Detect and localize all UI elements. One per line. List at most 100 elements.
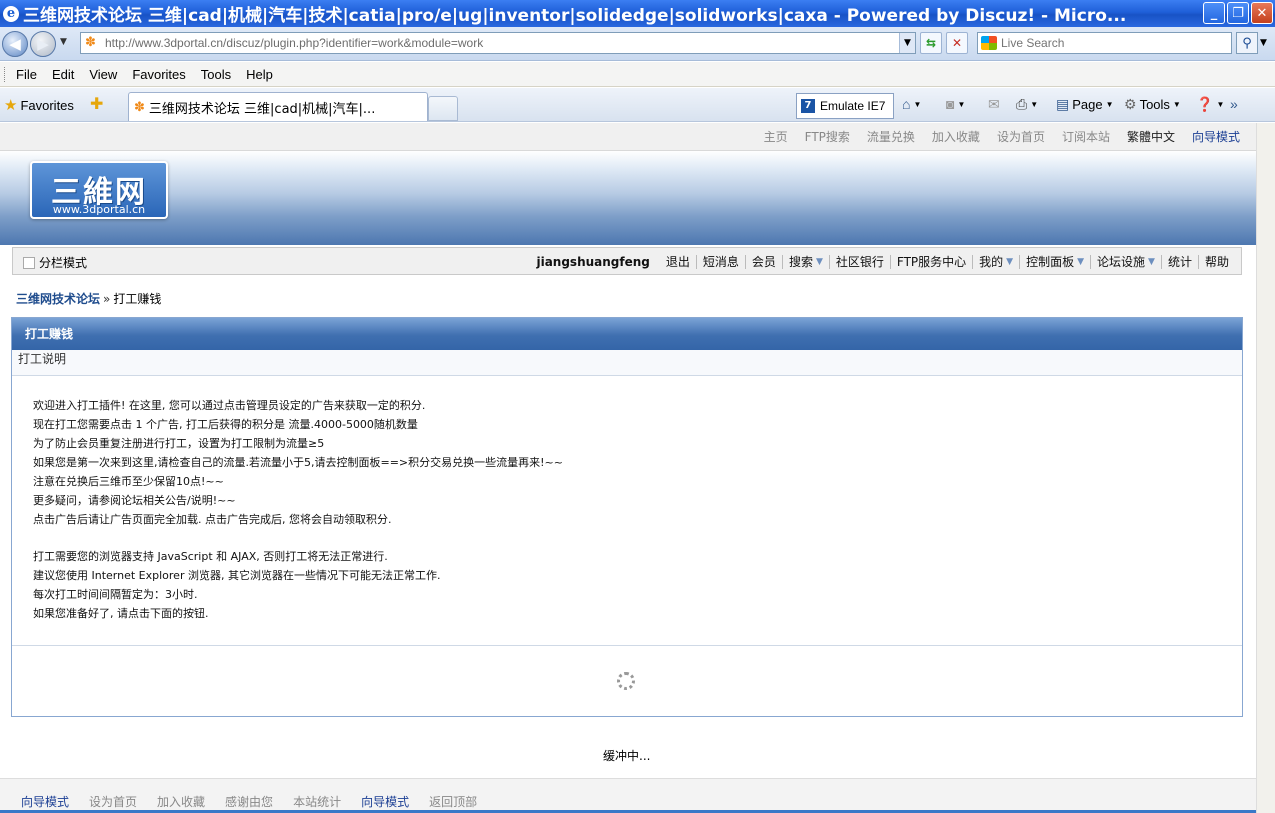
address-field[interactable]: ✽ ▼ bbox=[80, 32, 916, 54]
close-button[interactable]: ✕ bbox=[1251, 2, 1273, 24]
toplink-ftp-search[interactable]: FTP搜索 bbox=[805, 128, 850, 145]
footer-thanks[interactable]: 感谢由您 bbox=[225, 793, 273, 810]
window-titlebar[interactable]: e 三维网技术论坛 三维|cad|机械|汽车|技术|catia|pro/e|ug… bbox=[0, 0, 1275, 27]
menu-help[interactable]: Help bbox=[246, 67, 273, 82]
loading-text: 缓冲中... bbox=[603, 749, 651, 763]
nav-control-panel[interactable]: 控制面板 ▼ bbox=[1020, 255, 1092, 269]
menu-favorites[interactable]: Favorites bbox=[132, 67, 185, 82]
rss-icon: ◙ bbox=[946, 96, 955, 112]
search-box[interactable] bbox=[977, 32, 1232, 54]
home-button[interactable]: ⌂ ▼ bbox=[902, 96, 921, 112]
instruction-line: 每次打工时间间隔暂定为：3小时. bbox=[33, 588, 198, 601]
ie-icon: e bbox=[3, 5, 19, 22]
emulate-label: Emulate IE7 bbox=[820, 99, 886, 113]
split-mode-label: 分栏模式 bbox=[39, 256, 88, 270]
toolbar-extend-button[interactable]: » bbox=[1230, 96, 1238, 112]
tools-menu-button[interactable]: ⚙ Tools ▼ bbox=[1124, 96, 1181, 113]
site-logo[interactable]: 三維网 www.3dportal.cn bbox=[30, 161, 168, 219]
menu-file[interactable]: File bbox=[16, 67, 37, 82]
toplink-subscribe[interactable]: 订阅本站 bbox=[1062, 128, 1110, 145]
mail-button[interactable]: ✉ bbox=[988, 96, 1000, 113]
arrow-left-icon: ◀ bbox=[9, 35, 21, 53]
nav-mine[interactable]: 我的 ▼ bbox=[973, 255, 1021, 269]
nav-search[interactable]: 搜索 ▼ bbox=[783, 255, 830, 269]
menu-view[interactable]: View bbox=[89, 67, 117, 82]
chevron-down-icon: ▼ bbox=[1105, 100, 1114, 109]
loading-spinner-icon bbox=[617, 672, 635, 690]
search-icon: ⚲ bbox=[1242, 35, 1252, 51]
nav-bank[interactable]: 社区银行 bbox=[830, 255, 891, 269]
favorites-label: Favorites bbox=[20, 97, 74, 113]
nav-username[interactable]: jiangshuangfeng bbox=[530, 255, 659, 269]
panel-subtitle: 打工说明 bbox=[12, 350, 1242, 376]
tab-label: 三维网技术论坛 三维|cad|机械|汽车|... bbox=[148, 101, 376, 117]
split-mode-toggle[interactable]: 分栏模式 bbox=[23, 254, 87, 271]
minimize-button[interactable]: _ bbox=[1203, 2, 1225, 24]
chevron-down-icon: ▼ bbox=[1216, 100, 1225, 109]
logo-url: www.3dportal.cn bbox=[52, 203, 146, 216]
instruction-line: 打工需要您的浏览器支持 JavaScript 和 AJAX, 否则打工将无法正常… bbox=[33, 550, 388, 563]
history-dropdown-icon[interactable]: ▼ bbox=[60, 37, 67, 47]
add-favorite-icon[interactable]: ✚ bbox=[90, 94, 103, 113]
checkbox-icon[interactable] bbox=[23, 256, 35, 269]
url-input[interactable] bbox=[105, 36, 895, 50]
address-toolbar: ◀ ▶ ▼ ✽ ▼ ⇆ ✕ ⚲ ▼ bbox=[0, 27, 1275, 61]
refresh-button[interactable]: ⇆ bbox=[920, 32, 942, 54]
page-icon: ▤ bbox=[1056, 96, 1070, 112]
footer-links: 向导模式 设为首页 加入收藏 感谢由您 本站统计 向导模式 返回顶部 bbox=[21, 793, 497, 810]
chevron-down-icon: ▼ bbox=[1006, 257, 1014, 267]
help-button[interactable]: ❓ ▼ bbox=[1196, 96, 1224, 113]
instruction-line: 点击广告后请让广告页面完全加载. 点击广告完成后, 您将会自动领取积分. bbox=[33, 513, 392, 526]
nav-label: 短消息 bbox=[702, 255, 739, 269]
footer-wizard-mode[interactable]: 向导模式 bbox=[21, 793, 69, 810]
search-input[interactable] bbox=[1001, 36, 1221, 50]
vertical-scrollbar[interactable] bbox=[1256, 123, 1275, 813]
nav-stats[interactable]: 统计 bbox=[1162, 255, 1199, 269]
chevron-right-icon: » bbox=[1230, 96, 1238, 112]
nav-logout[interactable]: 退出 bbox=[660, 255, 697, 269]
print-button[interactable]: ⎙ ▼ bbox=[1016, 96, 1038, 113]
maximize-button[interactable]: ❐ bbox=[1227, 2, 1249, 24]
search-button[interactable]: ⚲ bbox=[1236, 32, 1258, 54]
chevron-down-icon: ▼ bbox=[1172, 100, 1181, 109]
favorites-button[interactable]: ★ Favorites bbox=[4, 96, 74, 114]
new-tab-button[interactable] bbox=[428, 96, 458, 121]
nav-label: FTP服务中心 bbox=[896, 255, 967, 269]
footer-add-favorite[interactable]: 加入收藏 bbox=[157, 793, 205, 810]
nav-messages[interactable]: 短消息 bbox=[697, 255, 746, 269]
footer-site-stats[interactable]: 本站统计 bbox=[293, 793, 341, 810]
toplink-wizard-mode[interactable]: 向导模式 bbox=[1192, 128, 1240, 145]
footer-back-to-top[interactable]: 返回顶部 bbox=[429, 793, 477, 810]
nav-label: 社区银行 bbox=[835, 255, 884, 269]
toplink-traditional-chinese[interactable]: 繁體中文 bbox=[1127, 128, 1175, 145]
toplink-home[interactable]: 主页 bbox=[764, 128, 788, 145]
nav-members[interactable]: 会员 bbox=[746, 255, 783, 269]
search-options-icon[interactable]: ▼ bbox=[1260, 38, 1267, 48]
menu-edit[interactable]: Edit bbox=[52, 67, 74, 82]
live-search-icon bbox=[981, 36, 997, 50]
url-dropdown-icon[interactable]: ▼ bbox=[899, 33, 915, 53]
instruction-line: 如果您准备好了, 请点击下面的按钮. bbox=[33, 607, 209, 620]
back-button[interactable]: ◀ bbox=[2, 31, 28, 57]
chevron-down-icon: ▼ bbox=[1148, 257, 1155, 267]
tab-current[interactable]: ✽ 三维网技术论坛 三维|cad|机械|汽车|... bbox=[128, 92, 428, 121]
printer-icon: ⎙ bbox=[1016, 96, 1028, 112]
stop-button[interactable]: ✕ bbox=[946, 32, 968, 54]
page-menu-button[interactable]: ▤ Page ▼ bbox=[1056, 96, 1114, 113]
emulate-ie7-button[interactable]: 7 Emulate IE7 bbox=[796, 93, 894, 119]
breadcrumb-home[interactable]: 三维网技术论坛 bbox=[16, 292, 100, 306]
forward-button[interactable]: ▶ bbox=[30, 31, 56, 57]
footer-set-homepage[interactable]: 设为首页 bbox=[89, 793, 137, 810]
nav-forum-tools[interactable]: 论坛设施 ▼ bbox=[1091, 255, 1162, 269]
nav-help[interactable]: 帮助 bbox=[1199, 255, 1235, 269]
feeds-button[interactable]: ◙ ▼ bbox=[946, 96, 965, 112]
instructions-para-1: 欢迎进入打工插件! 在这里, 您可以通过点击管理员设定的广告来获取一定的积分. … bbox=[33, 396, 1242, 529]
toplink-add-favorite[interactable]: 加入收藏 bbox=[932, 128, 980, 145]
toplink-traffic-exchange[interactable]: 流量兑换 bbox=[867, 128, 915, 145]
chevron-down-icon: ▼ bbox=[815, 257, 823, 267]
breadcrumb-current: 打工赚钱 bbox=[113, 292, 162, 306]
nav-ftp-center[interactable]: FTP服务中心 bbox=[891, 255, 974, 269]
toplink-set-homepage[interactable]: 设为首页 bbox=[997, 128, 1045, 145]
menu-tools[interactable]: Tools bbox=[201, 67, 231, 82]
footer-wizard-mode-2[interactable]: 向导模式 bbox=[361, 793, 409, 810]
